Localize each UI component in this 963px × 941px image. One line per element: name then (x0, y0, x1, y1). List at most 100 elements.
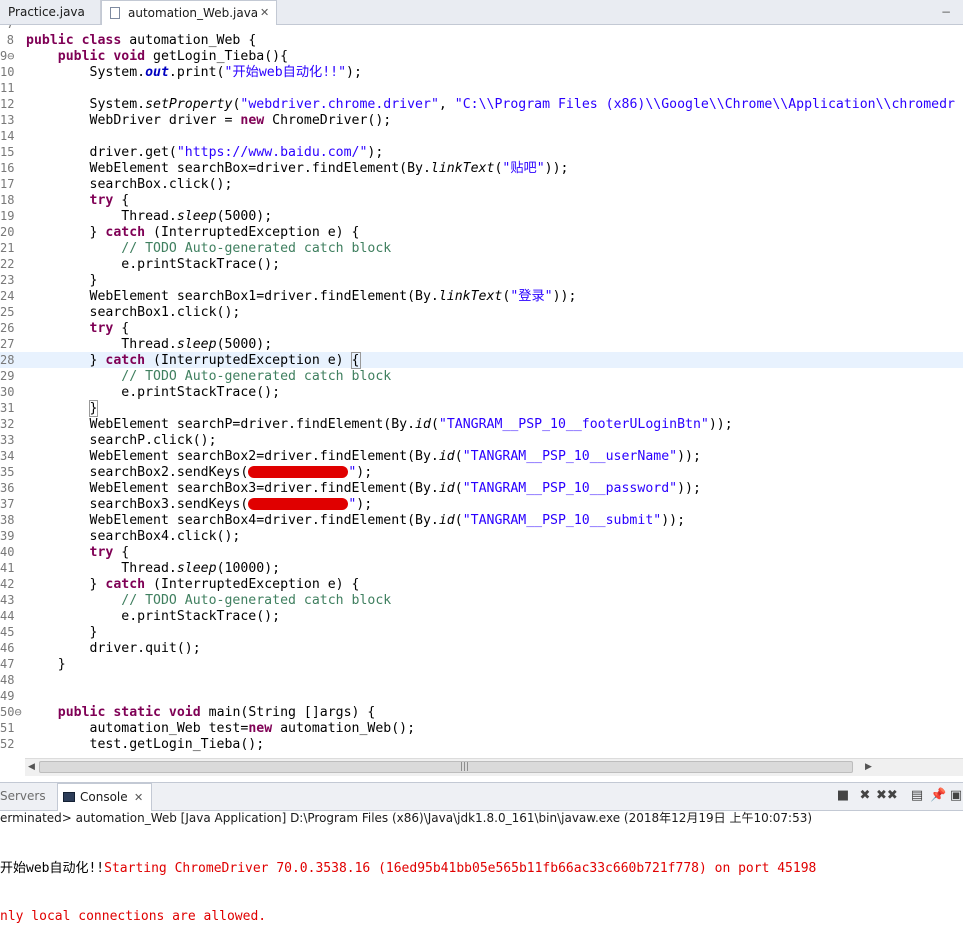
horizontal-scrollbar[interactable]: ◀ ||| ▶ (25, 758, 963, 776)
code-line: 11 (0, 80, 963, 96)
code-token: )); (552, 289, 577, 304)
code-token: Thread. (26, 561, 177, 576)
code-token: ); (346, 65, 362, 80)
code-token: e.printStackTrace(); (26, 609, 281, 624)
code-token: "TANGRAM__PSP_10__password" (462, 481, 678, 496)
line-number: 52 (0, 737, 15, 751)
line-number: 15 (0, 145, 15, 159)
code-token: )); (661, 513, 686, 528)
console-tab-bar: Servers Console ✕ ■ ✖ ✖✖ ▤ 📌 ▣ (0, 782, 963, 811)
code-line: 45 } (0, 624, 963, 640)
tab-automation-web-java[interactable]: automation_Web.java ✕ (101, 0, 277, 25)
close-icon[interactable]: ✕ (260, 1, 269, 25)
line-number: 14 (0, 129, 15, 143)
tab-label: automation_Web.java (128, 6, 259, 20)
code-token: Thread. (26, 337, 177, 352)
tab-servers[interactable]: Servers (0, 783, 46, 810)
code-line: 16 WebElement searchBox=driver.findEleme… (0, 160, 963, 176)
scroll-right-icon[interactable]: ▶ (865, 762, 872, 772)
line-number: 38 (0, 513, 15, 527)
code-token: } (26, 625, 98, 640)
code-token: id (438, 513, 455, 528)
code-line: 46 driver.quit(); (0, 640, 963, 656)
code-line: 22 e.printStackTrace(); (0, 256, 963, 272)
line-number: 40 (0, 545, 15, 559)
code-token: id (415, 417, 431, 432)
code-token: sleep (176, 209, 217, 224)
code-token: "C:\\Program Files (x86)\\Google\\Chrome… (454, 97, 955, 112)
code-token: ( (454, 449, 463, 464)
code-line: 31 } (0, 400, 963, 417)
line-number: 31 (0, 401, 15, 415)
code-token: "登录" (510, 289, 553, 304)
code-token: e.printStackTrace(); (26, 385, 281, 400)
code-token: "贴吧" (502, 161, 545, 176)
code-token: ); (356, 497, 373, 512)
code-token: ); (356, 465, 373, 480)
code-line: 29 // TODO Auto-generated catch block (0, 368, 963, 384)
console-output[interactable]: 开始web自动化!!Starting ChromeDriver 70.0.353… (0, 829, 963, 941)
code-line: 24 WebElement searchBox1=driver.findElem… (0, 288, 963, 304)
code-line: 44 e.printStackTrace(); (0, 608, 963, 624)
pin-icon[interactable]: 📌 (930, 788, 946, 804)
code-token: WebElement searchBox=driver.findElement(… (26, 161, 431, 176)
code-token: searchBox.click(); (26, 177, 233, 192)
code-line: 21 // TODO Auto-generated catch block (0, 240, 963, 256)
line-number: 47 (0, 657, 15, 671)
line-number: 51 (0, 721, 15, 735)
code-token: System. (26, 97, 146, 112)
code-line: 20 } catch (InterruptedException e) { (0, 224, 963, 240)
tab-practice-java[interactable]: Practice.java (0, 0, 101, 24)
scroll-left-icon[interactable]: ◀ (28, 762, 35, 772)
remove-all-icon[interactable]: ✖✖ (876, 788, 898, 804)
code-token: public void (57, 49, 146, 64)
line-number: 12 (0, 97, 15, 111)
tab-label: Practice.java (8, 5, 85, 19)
code-line: 43 // TODO Auto-generated catch block (0, 592, 963, 608)
code-token: "TANGRAM__PSP_10__footerULoginBtn" (438, 417, 709, 432)
code-token: (InterruptedException e) (145, 353, 352, 368)
code-line: 8 public class automation_Web { (0, 32, 963, 48)
line-number: 32 (0, 417, 15, 431)
code-line: 32 WebElement searchP=driver.findElement… (0, 416, 963, 432)
code-line: 50⊖ public static void main(String []arg… (0, 704, 963, 720)
tab-console[interactable]: Console ✕ (57, 783, 152, 811)
code-token: sleep (176, 561, 217, 576)
code-token: { (113, 321, 130, 336)
remove-launch-icon[interactable]: ✖ (857, 788, 873, 804)
code-token: , (438, 97, 455, 112)
close-icon[interactable]: ✕ (134, 784, 143, 811)
line-number: 25 (0, 305, 15, 319)
line-number: 17 (0, 177, 15, 191)
code-token: (10000); (216, 561, 281, 576)
display-console-icon[interactable]: ▣ (948, 788, 963, 804)
code-token: } (26, 657, 66, 672)
scrollbar-grip-icon: ||| (460, 762, 470, 772)
code-token: // TODO Auto-generated catch block (26, 241, 392, 256)
code-token: "TANGRAM__PSP_10__submit" (462, 513, 662, 528)
code-token: )); (544, 161, 569, 176)
editor-tab-bar: Practice.java automation_Web.java ✕ − (0, 0, 963, 25)
minimize-icon[interactable]: − (941, 5, 951, 19)
code-line: 10 System.out.print("开始web自动化!!"); (0, 64, 963, 80)
console-status: erminated> automation_Web [Java Applicat… (0, 811, 813, 825)
redaction-mark (248, 466, 349, 478)
code-line: 27 Thread.sleep(5000); (0, 336, 963, 352)
line-number: 9⊖ (0, 49, 15, 63)
code-token: searchBox2.sendKeys( (26, 465, 249, 480)
code-line: 9⊖ public void getLogin_Tieba(){ (0, 48, 963, 64)
scroll-lock-icon[interactable]: ▤ (909, 788, 925, 804)
code-editor[interactable]: 78public class automation_Web {9⊖ public… (0, 25, 963, 758)
code-token: } (26, 273, 98, 288)
stop-icon[interactable]: ■ (835, 788, 851, 804)
scrollbar-thumb[interactable]: ||| (39, 761, 853, 773)
code-token: (5000); (216, 337, 273, 352)
code-line: 41 Thread.sleep(10000); (0, 560, 963, 576)
line-number: 33 (0, 433, 15, 447)
line-number: 28 (0, 353, 15, 367)
code-token: { (350, 352, 361, 369)
code-line: 18 try { (0, 192, 963, 208)
code-token: out (145, 65, 169, 80)
console-line: nly local connections are allowed. (0, 909, 963, 925)
